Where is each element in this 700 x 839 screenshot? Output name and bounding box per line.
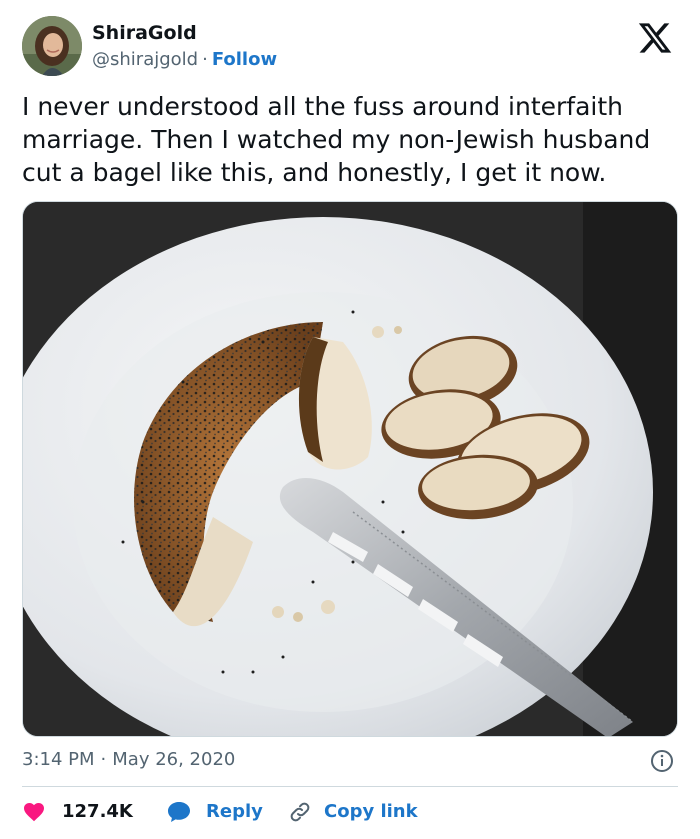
tweet-card: ShiraGold @shirajgold · Follow I never und… <box>0 0 700 839</box>
tweet-time: 3:14 PM <box>22 749 95 770</box>
tweet-date: May 26, 2020 <box>112 749 236 770</box>
reply-label: Reply <box>206 801 263 822</box>
copy-link-label: Copy link <box>324 801 418 822</box>
tweet-photo[interactable] <box>22 201 678 737</box>
avatar-image <box>22 16 82 76</box>
timestamp-separator: · <box>100 749 107 770</box>
x-logo-icon[interactable] <box>636 20 674 56</box>
author-handle-row: @shirajgold · Follow <box>92 48 277 72</box>
tweet-timestamp[interactable]: 3:14 PM · May 26, 2020 <box>22 748 235 772</box>
like-button[interactable]: 127.4K <box>22 798 133 826</box>
author-name[interactable]: ShiraGold <box>92 21 197 45</box>
link-icon <box>290 802 310 822</box>
like-count: 127.4K <box>62 801 133 822</box>
handle-separator: · <box>202 49 208 70</box>
speech-bubble-icon <box>168 802 190 822</box>
avatar[interactable] <box>22 16 82 76</box>
author-handle[interactable]: @shirajgold <box>92 49 198 70</box>
heart-icon <box>24 803 44 822</box>
copy-link-button[interactable]: Copy link <box>288 798 418 826</box>
follow-button[interactable]: Follow <box>212 49 277 70</box>
info-icon[interactable] <box>650 749 674 773</box>
reply-button[interactable]: Reply <box>166 798 263 826</box>
tweet-text: I never understood all the fuss around i… <box>22 92 651 187</box>
photo-of-bagel-sliced-into-rounds-on-plate-with-knife <box>23 202 677 736</box>
divider <box>22 786 678 787</box>
